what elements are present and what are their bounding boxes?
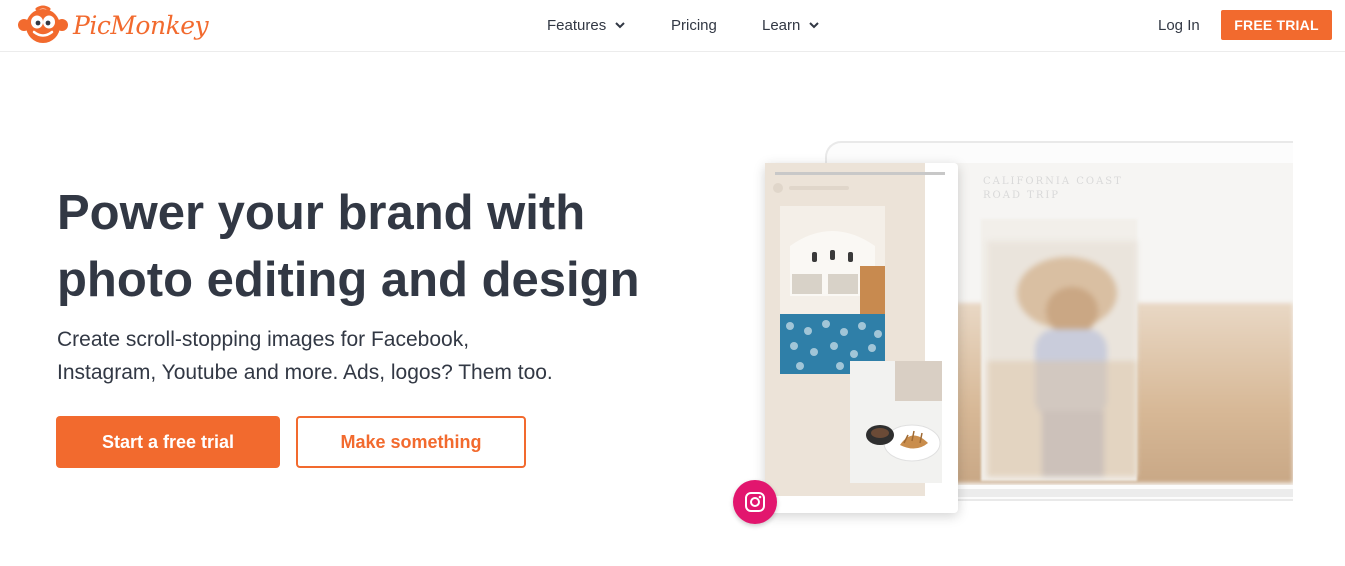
story-progress-bar xyxy=(775,172,945,175)
phone-story-mockup xyxy=(765,163,958,513)
start-free-trial-button[interactable]: Start a free trial xyxy=(56,416,280,468)
chevron-down-icon xyxy=(809,21,820,28)
design-caption-line-2: ROAD TRIP xyxy=(983,190,1061,201)
design-caption: CALIFORNIA COAST ROAD TRIP xyxy=(983,175,1123,203)
brand-name: PicMonkey xyxy=(73,10,209,40)
story-avatar xyxy=(773,183,783,193)
laptop-screen-design: CALIFORNIA COAST ROAD TRIP xyxy=(955,163,1293,485)
nav-pricing-label: Pricing xyxy=(671,16,717,34)
hero-title-line-1: Power your brand with xyxy=(57,186,586,240)
instagram-icon xyxy=(745,492,765,512)
hero-subtitle-line-2: Instagram, Youtube and more. Ads, logos?… xyxy=(57,361,553,384)
nav-pricing[interactable]: Pricing xyxy=(671,0,717,50)
free-trial-button[interactable]: FREE TRIAL xyxy=(1221,10,1332,40)
monkey-logo-icon xyxy=(18,5,68,43)
make-something-button[interactable]: Make something xyxy=(296,416,526,468)
chevron-down-icon xyxy=(615,21,625,28)
hero-subtitle-line-1: Create scroll-stopping images for Facebo… xyxy=(57,328,470,351)
design-caption-line-1: CALIFORNIA COAST xyxy=(983,176,1123,187)
picmonkey-logo[interactable]: PicMonkey xyxy=(17,5,209,45)
hero-illustration: CALIFORNIA COAST ROAD TRIP xyxy=(730,135,1293,530)
nav-features-label: Features xyxy=(547,16,607,34)
top-navigation-bar: PicMonkey Features Pricing Learn Log In … xyxy=(0,0,1345,52)
hero-subtitle: Create scroll-stopping images for Facebo… xyxy=(57,323,617,389)
nav-learn[interactable]: Learn xyxy=(762,0,820,50)
instagram-badge xyxy=(733,480,777,524)
hero-title-line-2: photo editing and design xyxy=(57,253,640,307)
login-link[interactable]: Log In xyxy=(1158,0,1200,50)
hero-title: Power your brand with photo editing and … xyxy=(57,180,677,314)
story-username-placeholder xyxy=(789,186,849,190)
nav-features[interactable]: Features xyxy=(547,0,625,50)
bathroom-photo xyxy=(780,206,885,374)
woman-in-hat-photo xyxy=(987,241,1137,477)
nav-learn-label: Learn xyxy=(762,16,801,34)
coffee-croissant-photo xyxy=(850,361,942,483)
